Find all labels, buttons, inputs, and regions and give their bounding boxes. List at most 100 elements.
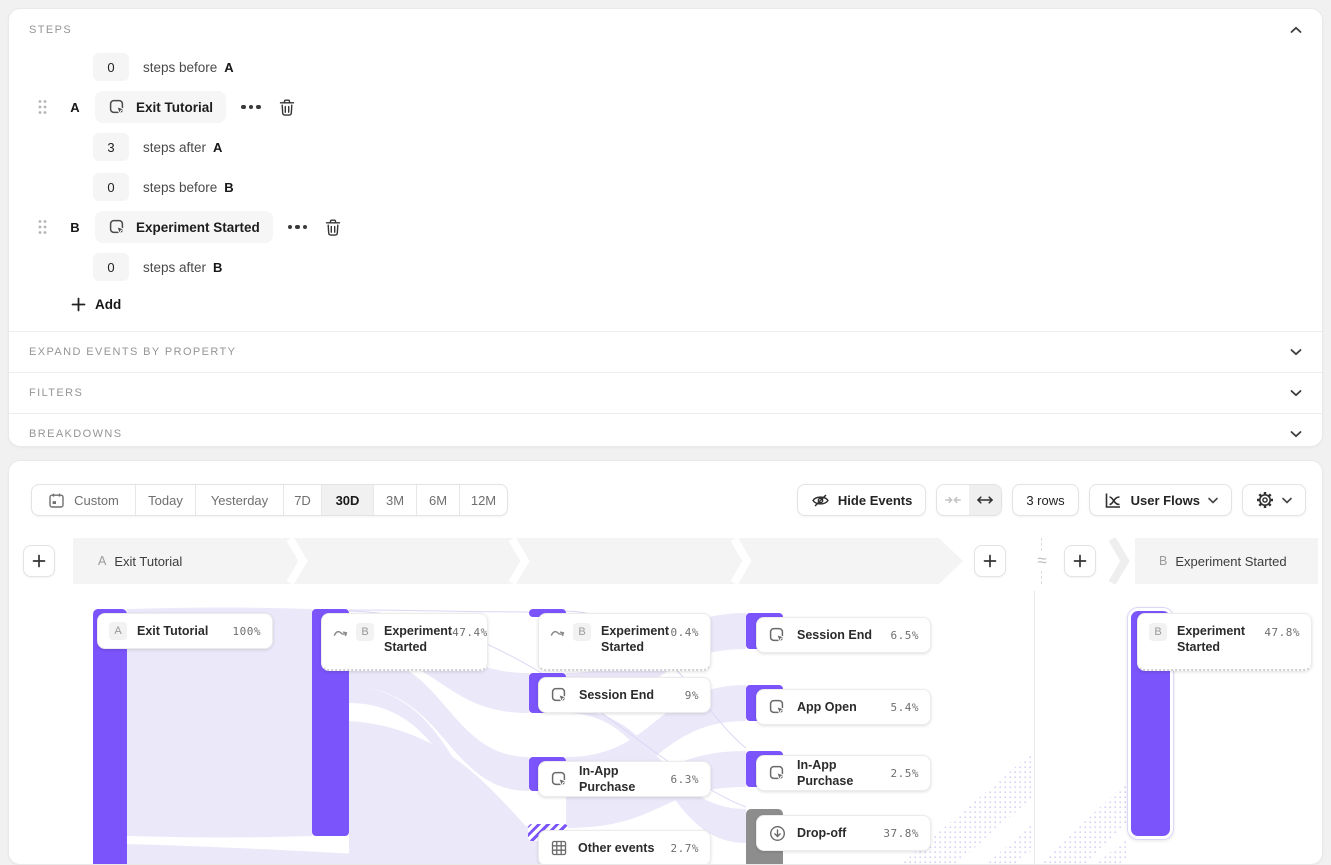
step-letter: B	[68, 220, 82, 235]
step-letter: A	[68, 100, 82, 115]
step-b-header-band: B Experiment Started	[1135, 538, 1318, 584]
steps-before-row: 0 steps before B	[93, 173, 234, 201]
band-chevron-separator	[1109, 538, 1133, 584]
step-ref: A	[224, 60, 233, 75]
step-letter-badge: B	[573, 623, 591, 641]
flow-node-card[interactable]: Session End 6.5%	[756, 617, 931, 653]
flow-node-card[interactable]: Drop-off 37.8%	[756, 815, 931, 851]
step-row-b: B Experiment Started	[38, 211, 342, 243]
add-step-after-a-button[interactable]	[974, 545, 1006, 577]
chevron-down-icon	[1282, 497, 1292, 504]
trash-icon[interactable]	[278, 98, 296, 117]
step-letter-badge: B	[356, 623, 374, 641]
column-width-toggle	[936, 484, 1002, 516]
count-stepper[interactable]: 0	[93, 253, 129, 281]
node-label: In-App Purchase	[579, 763, 671, 796]
approx-gap-symbol: ≈	[1026, 551, 1058, 571]
count-stepper[interactable]: 0	[93, 53, 129, 81]
flow-node-card[interactable]: B Experiment Started 47.8%	[1137, 613, 1312, 671]
date-tab-custom[interactable]: Custom	[32, 485, 136, 515]
user-flows-panel: Custom Today Yesterday 7D 30D 3M 6M 12M …	[8, 460, 1323, 865]
chevron-down-icon	[1290, 389, 1302, 397]
date-range-picker: Custom Today Yesterday 7D 30D 3M 6M 12M	[31, 484, 508, 516]
calendar-icon	[48, 492, 65, 509]
more-options-icon[interactable]	[288, 225, 308, 230]
node-percent: 2.5%	[891, 767, 920, 780]
date-tab-today[interactable]: Today	[136, 485, 196, 515]
trash-icon[interactable]	[324, 218, 342, 237]
flow-node-card[interactable]: Session End 9%	[538, 677, 711, 713]
continue-arrow-icon	[333, 628, 348, 639]
hide-eye-icon	[811, 492, 830, 509]
node-label: Other events	[578, 840, 654, 856]
date-tab-3m[interactable]: 3M	[374, 485, 417, 515]
node-label: Experiment Started	[384, 623, 452, 656]
section-label: FILTERS	[29, 387, 83, 399]
node-label: In-App Purchase	[797, 757, 891, 790]
step-gap-divider	[1034, 591, 1035, 865]
flow-node-card[interactable]: In-App Purchase 6.3%	[538, 761, 711, 797]
event-icon	[768, 698, 787, 717]
step-letter-badge: B	[1149, 623, 1167, 641]
expand-columns-button[interactable]	[969, 485, 1001, 515]
step-ref: B	[213, 260, 222, 275]
date-tab-yesterday[interactable]: Yesterday	[196, 485, 284, 515]
date-tab-12m[interactable]: 12M	[460, 485, 507, 515]
count-stepper[interactable]: 0	[93, 173, 129, 201]
flow-node-card[interactable]: Other events 2.7%	[538, 830, 711, 865]
plus-icon	[71, 297, 86, 312]
node-label: Drop-off	[797, 825, 846, 841]
count-label: steps after	[143, 260, 206, 275]
step-row-a: A Exit Tutorial	[38, 91, 296, 123]
collapse-columns-button[interactable]	[937, 485, 969, 515]
collapse-arrows-icon	[945, 494, 961, 506]
user-flows-icon	[1103, 491, 1123, 510]
settings-button[interactable]	[1242, 484, 1306, 516]
section-label: EXPAND EVENTS BY PROPERTY	[29, 346, 236, 358]
event-picker-button[interactable]: Experiment Started	[95, 211, 273, 243]
event-picker-button[interactable]: Exit Tutorial	[95, 91, 226, 123]
step-ref: B	[224, 180, 233, 195]
hide-events-button[interactable]: Hide Events	[797, 484, 926, 516]
step-ref: A	[213, 140, 222, 155]
section-expand-events-by-property[interactable]: EXPAND EVENTS BY PROPERTY	[9, 331, 1322, 372]
date-tab-7d[interactable]: 7D	[284, 485, 322, 515]
band-chevron-separator	[509, 538, 533, 584]
flow-node-card[interactable]: App Open 5.4%	[756, 689, 931, 725]
drag-handle-icon[interactable]	[38, 99, 47, 115]
date-tab-6m[interactable]: 6M	[417, 485, 460, 515]
flow-node-card[interactable]: In-App Purchase 2.5%	[756, 755, 931, 791]
band-chevron-separator	[287, 538, 311, 584]
flow-node-card[interactable]: A Exit Tutorial 100%	[97, 613, 273, 649]
section-label: BREAKDOWNS	[29, 428, 122, 440]
view-selector-button[interactable]: User Flows	[1089, 484, 1232, 516]
flow-node-card[interactable]: B Experiment Started 47.4%	[321, 613, 488, 671]
drag-handle-icon[interactable]	[38, 219, 47, 235]
flow-node-card[interactable]: B Experiment Started 0.4%	[538, 613, 711, 671]
node-label: Experiment Started	[1177, 623, 1264, 656]
section-breakdowns[interactable]: BREAKDOWNS	[9, 413, 1322, 454]
count-label: steps before	[143, 60, 217, 75]
add-step-before-button[interactable]	[23, 545, 55, 577]
event-icon	[550, 770, 569, 789]
event-name: Experiment Started	[136, 220, 260, 235]
section-filters[interactable]: FILTERS	[9, 372, 1322, 413]
step-a-header-band: A Exit Tutorial	[73, 538, 963, 584]
node-percent: 47.4%	[452, 626, 488, 639]
add-step-button[interactable]: Add	[71, 297, 121, 312]
count-stepper[interactable]: 3	[93, 133, 129, 161]
gear-icon	[1256, 491, 1274, 509]
steps-before-row: 0 steps before A	[93, 53, 234, 81]
date-tab-30d[interactable]: 30D	[322, 485, 374, 515]
step-letter-badge: A	[109, 622, 127, 640]
chevron-down-icon	[1290, 348, 1302, 356]
more-options-icon[interactable]	[241, 105, 261, 110]
rows-button[interactable]: 3 rows	[1012, 484, 1078, 516]
flows-toolbar: Custom Today Yesterday 7D 30D 3M 6M 12M …	[31, 484, 1306, 516]
node-label: Session End	[579, 687, 654, 703]
chevron-down-icon	[1290, 430, 1302, 438]
chevron-up-icon[interactable]	[1290, 26, 1302, 34]
continue-arrow-icon	[550, 628, 565, 639]
add-step-before-b-button[interactable]	[1064, 545, 1096, 577]
plus-icon	[1073, 554, 1087, 568]
